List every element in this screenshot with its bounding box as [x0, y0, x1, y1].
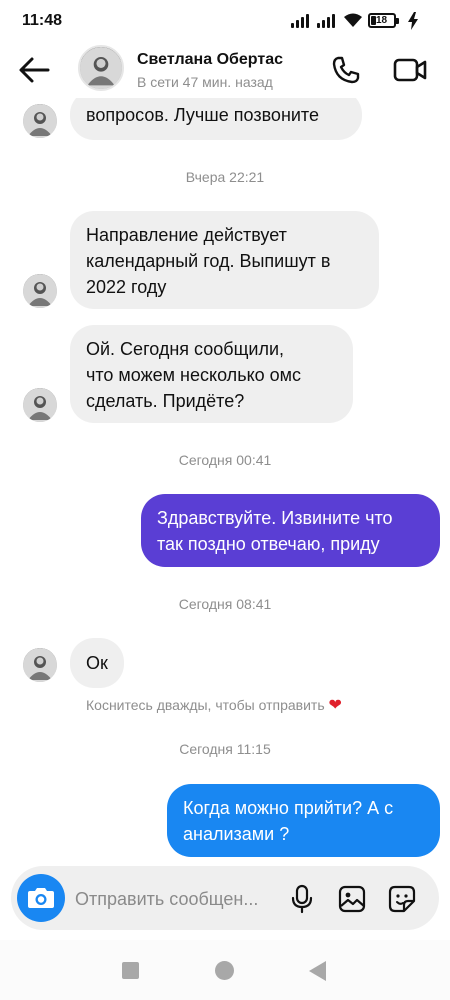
back-button[interactable] [16, 54, 52, 86]
system-back-button[interactable] [309, 961, 326, 981]
sticker-icon [388, 885, 416, 913]
contact-avatar[interactable] [78, 45, 124, 91]
timestamp: Вчера 22:21 [185, 169, 265, 185]
timestamp: Сегодня 08:41 [178, 596, 272, 612]
signal-icon [317, 14, 335, 28]
recent-apps-button[interactable] [122, 962, 139, 979]
message-line: Когда можно прийти? А с [183, 798, 394, 818]
sender-avatar [23, 648, 57, 682]
timestamp: Сегодня 00:41 [178, 452, 272, 468]
profile-photo [23, 104, 57, 138]
message-line: сделать. Придёте? [86, 391, 245, 411]
double-tap-hint[interactable]: Коснитесь дважды, чтобы отправить ❤ [86, 695, 342, 715]
gallery-button[interactable] [337, 884, 367, 914]
profile-photo [23, 388, 57, 422]
timestamp: Сегодня 11:15 [179, 741, 271, 757]
contact-status: В сети 47 мин. назад [137, 74, 273, 90]
status-bar: 11:48 18 [0, 0, 450, 42]
message-bubble-incoming[interactable]: Направление действует календарный год. В… [70, 211, 379, 309]
camera-icon [28, 888, 54, 908]
contact-name[interactable]: Светлана Обертас [137, 51, 283, 69]
image-icon [338, 885, 366, 913]
message-line: вопросов. Лучше позвоните [86, 105, 319, 125]
profile-photo [23, 274, 57, 308]
message-line: Здравствуйте. Извините что [157, 508, 393, 528]
system-navigation-bar [0, 940, 450, 1000]
hint-text: Коснитесь дважды, чтобы отправить [86, 697, 325, 713]
message-bubble-outgoing[interactable]: Когда можно прийти? А с анализами ? [167, 784, 440, 857]
message-line: анализами ? [183, 824, 290, 844]
microphone-icon [291, 884, 313, 914]
sender-avatar [23, 388, 57, 422]
message-composer [11, 866, 439, 930]
message-line: Направление действует [86, 225, 287, 245]
call-button[interactable] [330, 54, 362, 86]
message-bubble-incoming[interactable]: Ой. Сегодня сообщили, что можем нескольк… [70, 325, 353, 423]
video-call-button[interactable] [392, 54, 428, 86]
arrow-left-icon [19, 57, 50, 83]
profile-photo [80, 47, 122, 89]
battery-icon: 18 [368, 13, 399, 28]
message-bubble-incoming[interactable]: вопросов. Лучше позвоните [70, 98, 362, 140]
camera-button[interactable] [17, 874, 65, 922]
message-bubble-incoming[interactable]: Ок [70, 638, 124, 688]
message-line: Ок [86, 653, 108, 673]
video-camera-icon [393, 58, 427, 82]
sticker-button[interactable] [387, 884, 417, 914]
sender-avatar [23, 274, 57, 308]
charging-bolt-icon [408, 12, 418, 30]
chat-header: Светлана Обертас В сети 47 мин. назад [0, 42, 450, 98]
message-input[interactable] [75, 886, 285, 912]
profile-photo [23, 648, 57, 682]
message-thread[interactable]: вопросов. Лучше позвоните Вчера 22:21 На… [0, 98, 450, 858]
status-time: 11:48 [22, 12, 63, 29]
home-button[interactable] [215, 961, 234, 980]
signal-icon [291, 14, 309, 28]
voice-message-button[interactable] [289, 884, 315, 914]
battery-level: 18 [376, 15, 388, 26]
sender-avatar [23, 104, 57, 138]
wifi-icon [344, 13, 362, 27]
message-line: Ой. Сегодня сообщили, [86, 339, 284, 359]
message-line: 2022 году [86, 277, 167, 297]
message-line: что можем несколько омс [86, 365, 302, 385]
message-line: календарный год. Выпишут в [86, 251, 331, 271]
message-bubble-outgoing[interactable]: Здравствуйте. Извините что так поздно от… [141, 494, 440, 567]
heart-icon: ❤ [328, 697, 342, 714]
phone-icon [332, 56, 360, 84]
message-line: так поздно отвечаю, приду [157, 534, 380, 554]
